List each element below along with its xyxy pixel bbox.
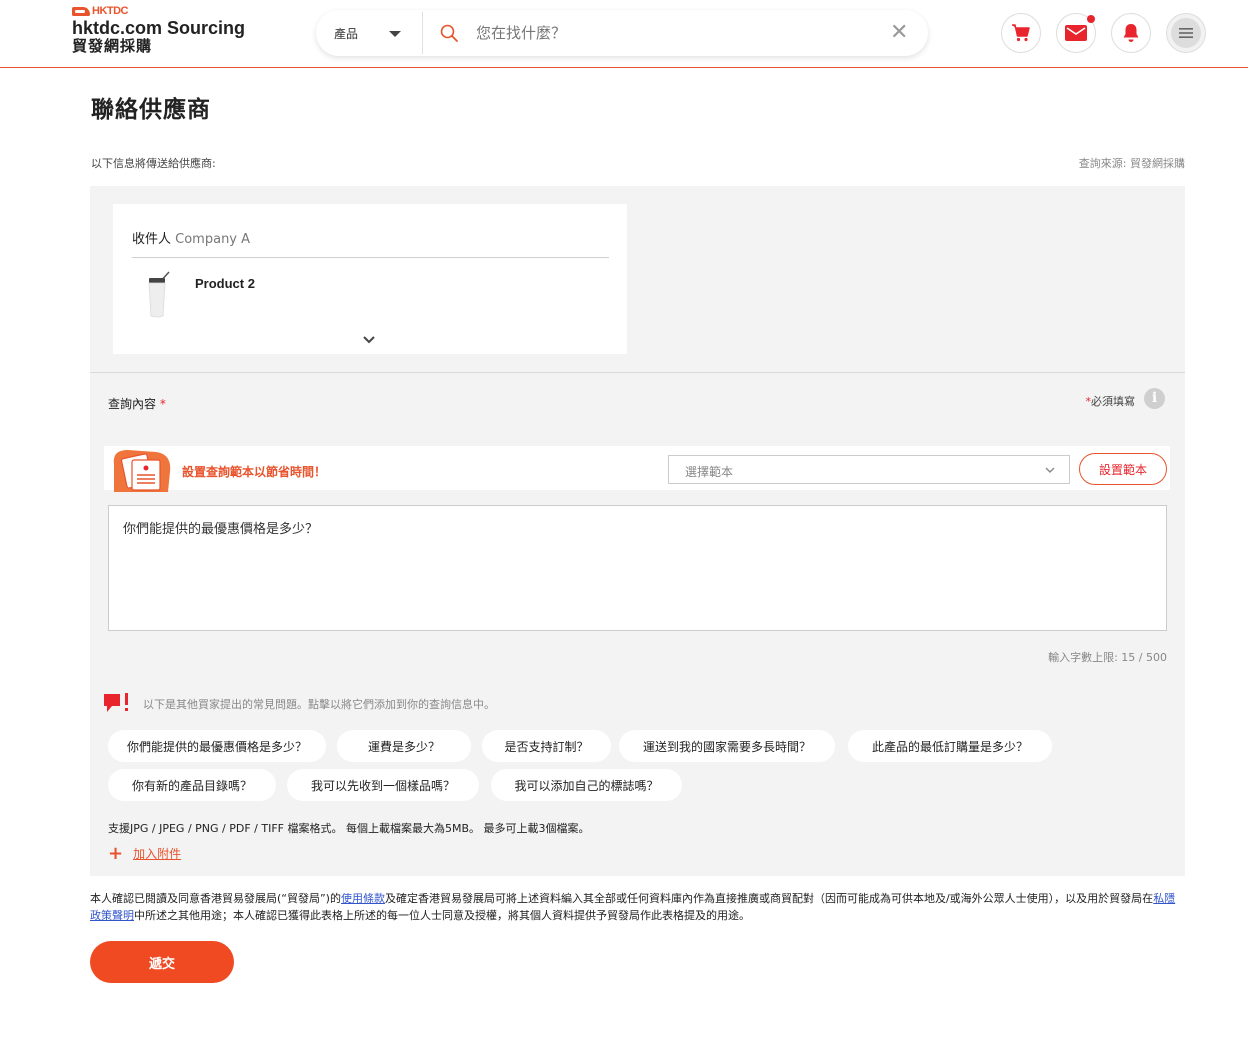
submit-button[interactable]: 遞交 xyxy=(90,941,234,983)
consent-disclaimer: 本人確認已閱讀及同意香港貿易發展局(“貿發局”)的使用條款及確定香港貿易發展局可… xyxy=(90,890,1180,924)
template-bar: 設置查詢範本以節省時間！ 選擇範本 設置範本 xyxy=(104,446,1170,492)
unread-dot xyxy=(1087,15,1095,23)
faq-chip[interactable]: 我可以先收到一個樣品嗎？ xyxy=(287,769,479,801)
plus-icon: + xyxy=(108,842,124,864)
logo-sub-text: 貿發網採購 xyxy=(72,37,153,55)
required-note-text: 必須填寫 xyxy=(1091,395,1135,408)
faq-chip[interactable]: 運費是多少？ xyxy=(337,730,471,762)
terms-of-use-link[interactable]: 使用條款 xyxy=(341,892,385,905)
faq-chip[interactable]: 運送到我的國家需要多長時間？ xyxy=(619,730,835,762)
search-divider xyxy=(422,12,423,54)
inquiry-message-textarea[interactable]: 你們能提供的最優惠價格是多少？ xyxy=(108,505,1167,631)
info-icon[interactable]: i xyxy=(1144,388,1165,409)
messages-button[interactable] xyxy=(1056,13,1096,53)
recipient-card: 收件人 Company A Product 2 xyxy=(113,204,627,354)
char-count: 輸入字數上限: 15 / 500 xyxy=(1048,651,1167,664)
logo-brand: HKTDC xyxy=(92,5,129,17)
chat-alert-icon xyxy=(104,693,128,712)
faq-chip[interactable]: 此產品的最低訂購量是多少？ xyxy=(848,730,1052,762)
caret-down-icon[interactable] xyxy=(389,31,401,37)
faq-chip[interactable]: 是否支持訂制？ xyxy=(482,730,611,762)
search-icon[interactable] xyxy=(440,24,458,42)
product-thumbnail xyxy=(148,271,170,318)
menu-button[interactable] xyxy=(1166,13,1206,53)
faq-chip[interactable]: 你有新的產品目錄嗎？ xyxy=(108,769,276,801)
faq-chip[interactable]: 我可以添加自己的標誌嗎？ xyxy=(491,769,682,801)
inquiry-form-panel: 收件人 Company A Product 2 查詢內容 * *必須填寫 i 設… xyxy=(90,186,1185,876)
bell-icon xyxy=(1123,24,1139,42)
search-category-select[interactable]: 產品 xyxy=(334,25,358,42)
template-select[interactable]: 選擇範本 xyxy=(668,455,1070,484)
set-template-button[interactable]: 設置範本 xyxy=(1079,453,1167,485)
hktdc-logo[interactable]: HKTDC hktdc.com Sourcing 貿發網採購 xyxy=(72,5,245,55)
hktdc-mark-icon xyxy=(72,6,90,16)
inquiry-content-text: 查詢內容 xyxy=(108,397,157,411)
section-divider xyxy=(90,372,1185,373)
recipient-prefix: 收件人 xyxy=(132,232,172,247)
product-name: Product 2 xyxy=(195,276,255,291)
faq-hint-text: 以下是其他買家提出的常見問題。點擊以將它們添加到你的查詢信息中。 xyxy=(143,698,495,711)
add-attachment-button[interactable]: + 加入附件 xyxy=(108,842,182,864)
clear-icon[interactable]: ✕ xyxy=(890,22,908,44)
disclaimer-part3: 中所述之其他用途；本人確認已獲得此表格上所述的每一位人士同意及授權，將其個人資料… xyxy=(134,909,750,922)
disclaimer-part1: 本人確認已閱讀及同意香港貿易發展局(“貿發局”)的 xyxy=(90,892,341,905)
faq-chip[interactable]: 你們能提供的最優惠價格是多少？ xyxy=(108,730,326,762)
search-bar: 產品 ✕ xyxy=(316,10,928,56)
info-send-text: 以下信息將傳送給供應商: xyxy=(91,157,216,170)
top-header: HKTDC hktdc.com Sourcing 貿發網採購 產品 ✕ xyxy=(0,0,1248,68)
cart-icon xyxy=(1012,24,1030,42)
recipient-company: Company A xyxy=(175,232,251,247)
search-input[interactable] xyxy=(476,18,876,48)
template-document-icon xyxy=(113,450,171,492)
template-promo-text: 設置查詢範本以節省時間！ xyxy=(182,465,327,479)
disclaimer-part2: 及確定香港貿易發展局可將上述資料編入其全部或任何資料庫內作為直接推廣或商貿配對（… xyxy=(384,892,1154,905)
required-star: * xyxy=(159,397,166,411)
recipient-label: 收件人 Company A xyxy=(132,228,250,247)
chevron-down-icon xyxy=(1045,467,1055,473)
chevron-down-icon[interactable] xyxy=(362,335,376,345)
menu-icon xyxy=(1171,18,1201,48)
file-format-note: 支援JPG / JPEG / PNG / PDF / TIFF 檔案格式。 每個… xyxy=(108,822,590,835)
inquiry-source-text: 查詢來源: 貿發網採購 xyxy=(1078,157,1185,170)
logo-brand-row: HKTDC xyxy=(72,5,245,17)
divider xyxy=(132,257,609,258)
page-title: 聯絡供應商 xyxy=(91,97,211,123)
logo-main-text: hktdc.com Sourcing xyxy=(72,18,246,38)
add-attachment-label: 加入附件 xyxy=(133,847,182,861)
cart-button[interactable] xyxy=(1001,13,1041,53)
mail-icon xyxy=(1065,25,1087,41)
required-note: *必須填寫 xyxy=(1086,393,1136,409)
template-select-placeholder: 選擇範本 xyxy=(685,465,734,479)
notifications-button[interactable] xyxy=(1111,13,1151,53)
inquiry-content-label: 查詢內容 * xyxy=(108,395,166,412)
